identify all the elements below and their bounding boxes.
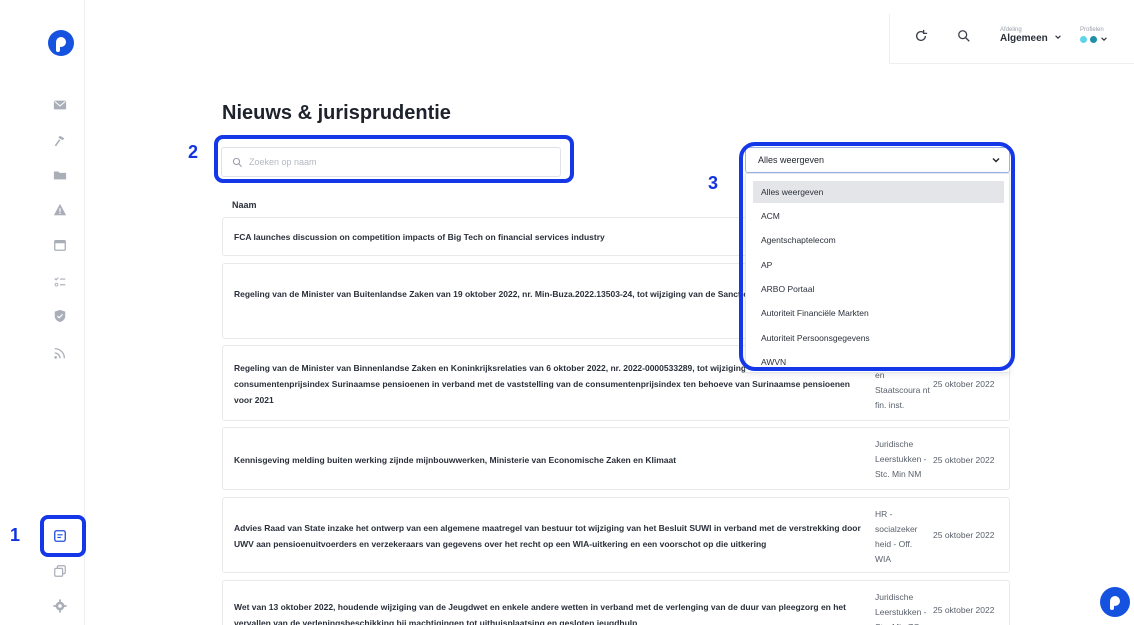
row-title: Wet van 13 oktober 2022, houdende wijzig…: [234, 602, 846, 625]
department-selector[interactable]: Afdeling Algemeen: [1000, 27, 1062, 44]
source-filter-select[interactable]: Alles weergeven: [745, 147, 1010, 173]
mail-icon[interactable]: [50, 95, 70, 115]
table-row[interactable]: Wet van 13 oktober 2022, houdende wijzig…: [222, 580, 1010, 625]
gear-icon[interactable]: [50, 596, 70, 616]
row-title: Advies Raad van State inzake het ontwerp…: [234, 523, 861, 549]
row-category: Juridische Leerstukken - Stc. Min NM: [875, 439, 927, 479]
annotation-box-2: [214, 135, 574, 183]
chevron-down-icon: [1054, 35, 1061, 39]
chevron-down-icon: [1101, 37, 1107, 41]
row-date: 25 oktober 2022: [933, 455, 995, 465]
chevron-down-icon: [992, 158, 1000, 163]
copy-icon[interactable]: [50, 561, 70, 581]
department-value: Algemeen: [1000, 33, 1048, 44]
dropdown-option[interactable]: AP: [753, 254, 1004, 276]
annotation-label-2: 2: [188, 142, 199, 162]
checklist-icon[interactable]: [50, 272, 70, 292]
dropdown-option[interactable]: ARBO Portaal: [753, 278, 1004, 300]
profiles-selector[interactable]: Profielen: [1080, 27, 1108, 43]
dropdown-option[interactable]: AWVN: [753, 351, 1004, 372]
chat-launcher-button[interactable]: [1100, 587, 1130, 617]
row-date: 25 oktober 2022: [933, 605, 995, 615]
rss-icon[interactable]: [50, 343, 70, 363]
top-toolbar: Afdeling Algemeen Profielen: [889, 14, 1134, 64]
search-icon[interactable]: [957, 29, 973, 45]
folder-icon[interactable]: [50, 165, 70, 185]
hammer-icon[interactable]: [50, 131, 70, 151]
filter-value: Alles weergeven: [758, 155, 825, 165]
dropdown-option[interactable]: Autoriteit Financiële Markten: [753, 302, 1004, 324]
column-header-name: Naam: [232, 200, 257, 210]
annotation-box-1: [40, 515, 86, 557]
annotation-label-1: 1: [10, 525, 21, 545]
source-filter-dropdown: Alles weergeven ACM Agentschaptelecom AP…: [745, 173, 1010, 373]
dropdown-option[interactable]: Agentschaptelecom: [753, 229, 1004, 251]
row-category: Juridische Leerstukken - Stc. Min ZO: [875, 592, 927, 625]
profiles-label: Profielen: [1080, 27, 1104, 33]
calendar-icon[interactable]: [50, 235, 70, 255]
shield-icon[interactable]: [50, 306, 70, 326]
dropdown-option[interactable]: ACM: [753, 205, 1004, 227]
table-row[interactable]: Kennisgeving melding buiten werking zijn…: [222, 427, 1010, 490]
row-date: 25 oktober 2022: [933, 379, 995, 389]
annotation-label-3: 3: [708, 173, 719, 193]
profile-dot: [1080, 35, 1087, 43]
dropdown-option[interactable]: Autoriteit Persoonsgegevens: [753, 327, 1004, 349]
row-category: HR - socialzeker heid - Off. WIA: [875, 509, 918, 564]
warning-icon[interactable]: [50, 200, 70, 220]
dropdown-option[interactable]: Alles weergeven: [753, 181, 1004, 203]
page-title: Nieuws & jurisprudentie: [222, 102, 451, 124]
profile-dot: [1090, 35, 1097, 43]
row-date: 25 oktober 2022: [933, 530, 995, 540]
table-row[interactable]: Advies Raad van State inzake het ontwerp…: [222, 497, 1010, 573]
row-title: Kennisgeving melding buiten werking zijn…: [234, 455, 677, 465]
app-logo[interactable]: [48, 30, 74, 56]
refresh-icon[interactable]: [914, 29, 930, 45]
row-category: en Staatscoura nt fin. inst.: [875, 370, 930, 410]
